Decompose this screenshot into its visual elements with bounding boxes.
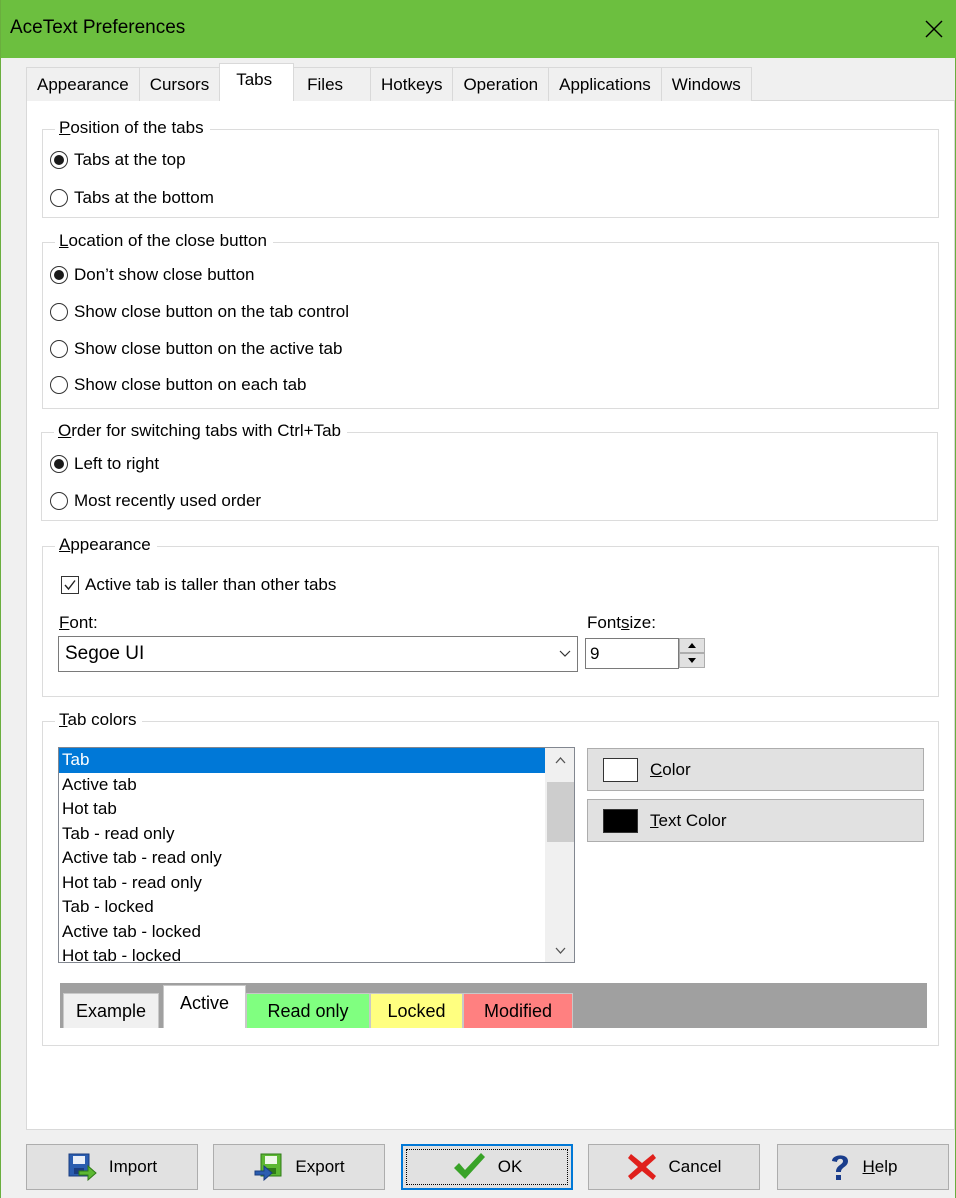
preview-tab-read-only: Read only [246, 993, 370, 1028]
radio-no-close-button[interactable]: Don’t show close button [50, 265, 255, 285]
scroll-up-button[interactable] [546, 748, 574, 772]
list-item[interactable]: Active tab - read only [59, 846, 574, 871]
radio-close-on-tab-control[interactable]: Show close button on the tab control [50, 302, 349, 322]
radio-most-recently-used[interactable]: Most recently used order [50, 491, 261, 511]
chevron-up-icon [555, 756, 566, 763]
text-color-button[interactable]: Text Color [587, 799, 924, 842]
chevron-down-icon [555, 947, 566, 954]
cancel-button[interactable]: Cancel [588, 1144, 760, 1190]
tab-strip: Appearance Cursors Tabs Files Hotkeys Op… [26, 63, 752, 101]
radio-indicator [50, 340, 68, 358]
arrow-up-icon [688, 643, 696, 648]
color-swatch [603, 757, 638, 782]
question-mark-icon [829, 1152, 851, 1182]
radio-indicator [50, 376, 68, 394]
radio-indicator [50, 303, 68, 321]
font-size-input[interactable]: 9 [585, 638, 679, 669]
help-button[interactable]: Help [777, 1144, 949, 1190]
cancel-x-icon [627, 1152, 657, 1182]
preview-tab-example: Example [63, 993, 159, 1028]
checkbox-indicator [61, 576, 79, 594]
list-item[interactable]: Hot tab - locked [59, 944, 574, 962]
window-title: AceText Preferences [10, 17, 186, 38]
appearance-group: Appearance [42, 535, 939, 697]
preferences-window: AceText Preferences Position of the tabs… [0, 0, 956, 1198]
list-item[interactable]: Tab [59, 748, 545, 773]
tab-cursors[interactable]: Cursors [138, 67, 221, 101]
spin-up-button[interactable] [679, 638, 705, 653]
checkmark-icon [452, 1152, 486, 1182]
close-button[interactable] [911, 0, 956, 58]
radio-indicator [50, 151, 68, 169]
preview-tab-active: Active [163, 985, 246, 1028]
list-item[interactable]: Tab - read only [59, 822, 574, 847]
font-value: Segoe UI [65, 643, 145, 664]
tab-operation[interactable]: Operation [452, 67, 550, 101]
list-item[interactable]: Active tab - locked [59, 920, 574, 945]
appearance-group-legend: Appearance [55, 535, 157, 555]
text-color-swatch [603, 808, 638, 833]
tab-files[interactable]: Files [293, 67, 372, 101]
position-group-legend: Position of the tabs [55, 118, 210, 138]
tab-appearance[interactable]: Appearance [26, 67, 140, 101]
preview-tab-modified: Modified [463, 993, 573, 1028]
list-item[interactable]: Hot tab - read only [59, 871, 574, 896]
preview-tab-locked: Locked [370, 993, 463, 1028]
check-icon [64, 580, 76, 591]
chevron-down-icon [553, 650, 577, 658]
radio-tabs-top[interactable]: Tabs at the top [50, 150, 186, 170]
list-item[interactable]: Hot tab [59, 797, 574, 822]
tabs-page: Position of the tabs Tabs at the top Tab… [26, 100, 955, 1130]
font-size-stepper[interactable] [679, 638, 705, 668]
font-size-label: Font s ize: [587, 613, 656, 632]
radio-close-on-each-tab[interactable]: Show close button on each tab [50, 375, 307, 395]
radio-indicator [50, 189, 68, 207]
tab-colors-group-legend: Tab colors [55, 710, 143, 730]
list-item[interactable]: Active tab [59, 773, 574, 798]
font-label: Font: [59, 613, 98, 632]
radio-indicator [50, 492, 68, 510]
spin-down-button[interactable] [679, 653, 705, 668]
focus-rect [406, 1149, 568, 1185]
tab-applications[interactable]: Applications [548, 67, 662, 101]
tab-hotkeys[interactable]: Hotkeys [370, 67, 454, 101]
tab-colors-list[interactable]: Tab Active tab Hot tab Tab - read only A… [58, 747, 575, 963]
export-icon [253, 1153, 283, 1181]
title-bar[interactable]: AceText Preferences [1, 0, 956, 58]
radio-tabs-bottom[interactable]: Tabs at the bottom [50, 188, 214, 208]
radio-close-on-active-tab[interactable]: Show close button on the active tab [50, 339, 342, 359]
radio-indicator [50, 266, 68, 284]
close-group-legend: Location of the close button [55, 231, 273, 251]
arrow-down-icon [688, 658, 696, 663]
tab-windows[interactable]: Windows [660, 67, 752, 101]
export-button[interactable]: Export [213, 1144, 385, 1190]
ok-button[interactable]: OK [401, 1144, 573, 1190]
scroll-thumb[interactable] [547, 782, 574, 842]
tab-preview-strip: Example Active Read only Locked Modified [60, 983, 927, 1028]
close-icon [925, 20, 943, 38]
checkbox-active-tab-taller[interactable]: Active tab is taller than other tabs [61, 575, 336, 595]
tab-tabs[interactable]: Tabs [219, 63, 295, 101]
list-scrollbar[interactable] [545, 748, 574, 962]
import-icon [67, 1153, 97, 1181]
font-combobox[interactable]: Segoe UI [58, 636, 578, 672]
color-button[interactable]: Color [587, 748, 924, 791]
radio-left-to-right[interactable]: Left to right [50, 454, 159, 474]
radio-indicator [50, 455, 68, 473]
scroll-down-button[interactable] [546, 938, 574, 962]
import-button[interactable]: Import [26, 1144, 198, 1190]
list-item[interactable]: Tab - locked [59, 895, 574, 920]
order-group-legend: Order for switching tabs with Ctrl+Tab [54, 421, 347, 441]
